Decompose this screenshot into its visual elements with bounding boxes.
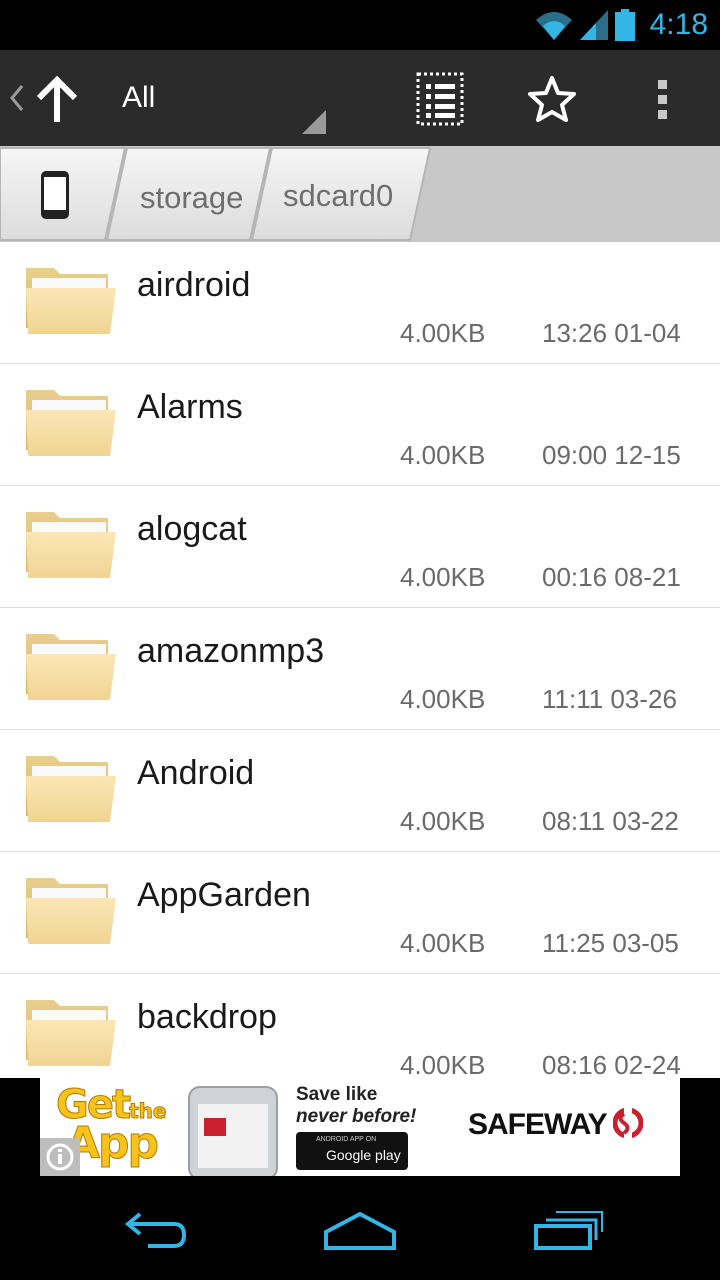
file-date: 08:16 02-24 xyxy=(542,1050,681,1078)
action-bar: All xyxy=(0,50,720,146)
recents-nav-icon[interactable] xyxy=(532,1208,604,1257)
file-name: Alarms xyxy=(137,388,243,426)
ad-banner[interactable]: Getthe App Save like never before! ANDRO… xyxy=(40,1078,680,1176)
home-nav-icon[interactable] xyxy=(322,1208,398,1257)
file-name: alogcat xyxy=(137,510,247,548)
spinner-triangle-icon xyxy=(302,110,326,139)
folder-icon xyxy=(24,872,118,946)
battery-icon xyxy=(614,8,636,42)
list-item[interactable]: alogcat 4.00KB 00:16 08-21 xyxy=(0,486,720,608)
breadcrumb-sdcard0[interactable]: sdcard0 xyxy=(283,178,393,214)
ad-phone-image xyxy=(188,1086,278,1176)
safeway-logo: SAFEWAY xyxy=(468,1107,644,1142)
filter-spinner-label[interactable]: All xyxy=(122,81,155,115)
file-size: 4.00KB xyxy=(400,562,486,592)
file-size: 4.00KB xyxy=(400,806,486,836)
list-item[interactable]: amazonmp3 4.00KB 11:11 03-26 xyxy=(0,608,720,730)
folder-icon xyxy=(24,506,118,580)
file-name: amazonmp3 xyxy=(137,632,325,670)
file-size: 4.00KB xyxy=(400,684,486,714)
file-date: 11:11 03-26 xyxy=(542,684,677,714)
list-item[interactable]: AppGarden 4.00KB 11:25 03-05 xyxy=(0,852,720,974)
list-item[interactable]: Android 4.00KB 08:11 03-22 xyxy=(0,730,720,852)
list-view-icon[interactable] xyxy=(416,72,464,126)
folder-icon xyxy=(24,750,118,824)
google-play-badge: ANDROID APP ON Google play xyxy=(296,1132,408,1170)
list-item[interactable]: airdroid 4.00KB 13:26 01-04 xyxy=(0,242,720,364)
folder-icon xyxy=(24,262,118,336)
file-size: 4.00KB xyxy=(400,1050,486,1078)
file-name: backdrop xyxy=(137,998,277,1036)
folder-icon xyxy=(24,628,118,702)
breadcrumb: storage sdcard0 xyxy=(0,146,720,242)
file-list: airdroid 4.00KB 13:26 01-04 Alarms 4.00K… xyxy=(0,242,720,1078)
list-item[interactable]: backdrop 4.00KB 08:16 02-24 xyxy=(0,974,720,1078)
file-name: airdroid xyxy=(137,266,251,304)
file-date: 11:25 03-05 xyxy=(542,928,679,958)
star-icon[interactable] xyxy=(526,74,578,124)
status-bar: 4:18 xyxy=(0,0,720,50)
breadcrumb-storage[interactable]: storage xyxy=(140,180,243,216)
file-date: 13:26 01-04 xyxy=(542,318,681,348)
back-nav-icon[interactable] xyxy=(118,1208,190,1257)
back-chevron-icon[interactable] xyxy=(6,78,28,118)
clock: 4:18 xyxy=(649,8,708,41)
file-name: AppGarden xyxy=(137,876,311,914)
file-size: 4.00KB xyxy=(400,440,486,470)
file-size: 4.00KB xyxy=(400,318,486,348)
file-size: 4.00KB xyxy=(400,928,486,958)
file-name: Android xyxy=(137,754,255,792)
phone-icon[interactable] xyxy=(40,170,70,225)
folder-icon xyxy=(24,384,118,458)
folder-icon xyxy=(24,994,118,1068)
safeway-s-icon xyxy=(612,1107,644,1139)
navigation-bar xyxy=(0,1180,720,1280)
wifi-icon xyxy=(534,8,574,42)
ad-tagline: Save like never before! xyxy=(296,1084,417,1127)
up-arrow-icon[interactable] xyxy=(34,74,80,124)
file-date: 09:00 12-15 xyxy=(542,440,681,470)
overflow-menu-icon[interactable] xyxy=(648,74,678,124)
signal-icon xyxy=(578,8,610,42)
file-date: 08:11 03-22 xyxy=(542,806,679,836)
file-date: 00:16 08-21 xyxy=(542,562,681,592)
list-item[interactable]: Alarms 4.00KB 09:00 12-15 xyxy=(0,364,720,486)
ad-info-icon[interactable] xyxy=(40,1138,80,1176)
